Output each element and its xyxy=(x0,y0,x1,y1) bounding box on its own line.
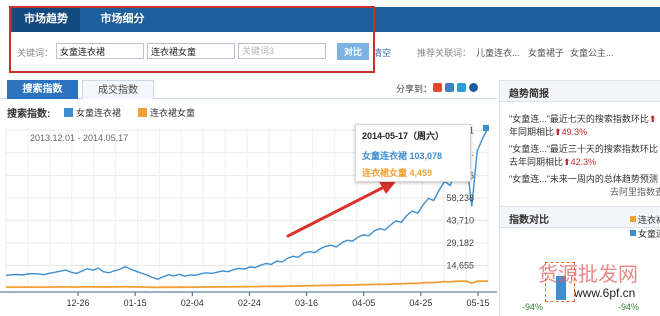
recommend-label: 推荐关联词： xyxy=(417,48,472,58)
trend-item-2-keyword[interactable]: "女童连... xyxy=(509,144,547,154)
watermark-logo: 货源批发网 xyxy=(538,262,638,286)
legend-title: 搜索指数: xyxy=(7,109,51,120)
compare-pct-1: -94% xyxy=(522,302,544,312)
trend-brief-header: 趋势简报 xyxy=(500,80,660,102)
trend-item-3-text: "未来一周内的总体趋势预测 xyxy=(546,174,658,184)
up-arrow-icon: ⬆ xyxy=(648,114,657,124)
chart-tooltip: 2014-05-17（周六） 女童连衣裙 103,078 连衣裙女童 4,459 xyxy=(355,124,471,182)
tooltip-row-1-value: 103,078 xyxy=(409,151,443,161)
x-tick-label: 04-05 xyxy=(352,298,375,308)
tooltip-date: 2014-05-17（周六） xyxy=(362,131,445,141)
x-tick-label: 04-25 xyxy=(409,298,432,308)
x-tick-label: 05-15 xyxy=(466,298,489,308)
trend-item-3-line1: "女童连..."未来一周内的总体趋势预测 xyxy=(509,172,658,185)
trend-item-1-line1: "女童连..."最近七天的搜索指数环比⬆ xyxy=(509,112,656,125)
share-label: 分享到： xyxy=(396,84,433,94)
tooltip-row-1-name: 女童连衣裙 xyxy=(362,151,408,161)
trend-item-2-line1: "女童连..."最近三十天的搜索指数环比⬆ xyxy=(509,142,660,155)
trend-item-2-compare: 去年同期相比 xyxy=(509,157,564,167)
index-compare-header: 指数对比 xyxy=(500,206,660,228)
trend-item-1-text: "最近七天的搜索指数环比 xyxy=(546,114,649,124)
compare-swatch-2 xyxy=(630,230,636,236)
watermark-url: www.6pf.cn xyxy=(574,286,636,300)
trend-item-2-text: "最近三十天的搜索指数环比 xyxy=(546,144,658,154)
up-arrow-icon: ⬆ xyxy=(554,127,562,137)
trend-item-2-pct: 42.3% xyxy=(570,157,597,167)
tab-deal-index[interactable]: 成交指数 xyxy=(82,80,154,99)
trend-brief-title: 趋势简报 xyxy=(509,89,549,100)
legend-swatch-2 xyxy=(138,108,147,117)
compare-swatch-1 xyxy=(630,216,636,222)
recommend-item-1[interactable]: 儿童连衣... xyxy=(476,46,520,59)
y-tick-label: 58,238 xyxy=(446,193,474,203)
highlight-frame xyxy=(9,6,375,73)
legend-swatch-1 xyxy=(64,108,73,117)
legend-label-2: 连衣裙女童 xyxy=(150,108,196,118)
weibo-icon[interactable] xyxy=(433,83,442,92)
qzone-icon[interactable] xyxy=(445,83,454,92)
tooltip-row-2: 连衣裙女童 4,459 xyxy=(362,166,432,179)
trend-item-2-line2: 去年同期相比⬆42.3% xyxy=(509,155,596,168)
header-bar-extension xyxy=(374,7,660,32)
index-compare-title: 指数对比 xyxy=(509,215,549,226)
ali-index-link[interactable]: 去阿里指数查 xyxy=(610,185,660,198)
compare-label-2: 女童连 xyxy=(638,229,660,239)
trend-item-1-keyword[interactable]: "女童连... xyxy=(509,114,547,124)
x-tick-label: 02-04 xyxy=(181,298,204,308)
tencent-icon[interactable] xyxy=(457,83,466,92)
tooltip-row-2-name: 连衣裙女童 xyxy=(362,168,408,178)
trend-item-1-pct: 49.3% xyxy=(561,127,588,137)
clear-link[interactable]: 清空 xyxy=(373,46,391,59)
tab-search-index[interactable]: 搜索指数 xyxy=(7,80,78,99)
x-tick-label: 12-26 xyxy=(66,298,89,308)
x-tick-label: 02-24 xyxy=(238,298,261,308)
up-arrow-icon: ⬆ xyxy=(563,157,571,167)
renren-icon[interactable] xyxy=(469,83,478,92)
legend-label-1: 女童连衣裙 xyxy=(76,108,122,118)
series-end-marker xyxy=(483,125,489,131)
x-tick-label: 03-16 xyxy=(295,298,318,308)
y-tick-label: 14,655 xyxy=(446,260,474,270)
trend-item-1-compare: 年同期相比 xyxy=(509,127,555,137)
y-tick-label: 29,182 xyxy=(446,238,474,248)
date-range-label: 2013.12.01 - 2014.05.17 xyxy=(30,133,129,143)
x-tick-label: 01-15 xyxy=(124,298,147,308)
recommend-item-3[interactable]: 女童公主... xyxy=(570,46,614,59)
trend-item-1-line2: 年同期相比⬆49.3% xyxy=(509,125,587,138)
y-tick-label: 43,710 xyxy=(446,215,474,225)
trend-item-3-keyword[interactable]: "女童连... xyxy=(509,174,547,184)
recommend-item-2[interactable]: 女童裙子 xyxy=(528,46,564,59)
compare-label-1: 连衣裙 xyxy=(638,215,660,225)
tooltip-row-1: 女童连衣裙 103,078 xyxy=(362,149,442,162)
compare-pct-2: -94% xyxy=(618,302,640,312)
tooltip-row-2-value: 4,459 xyxy=(409,168,433,178)
